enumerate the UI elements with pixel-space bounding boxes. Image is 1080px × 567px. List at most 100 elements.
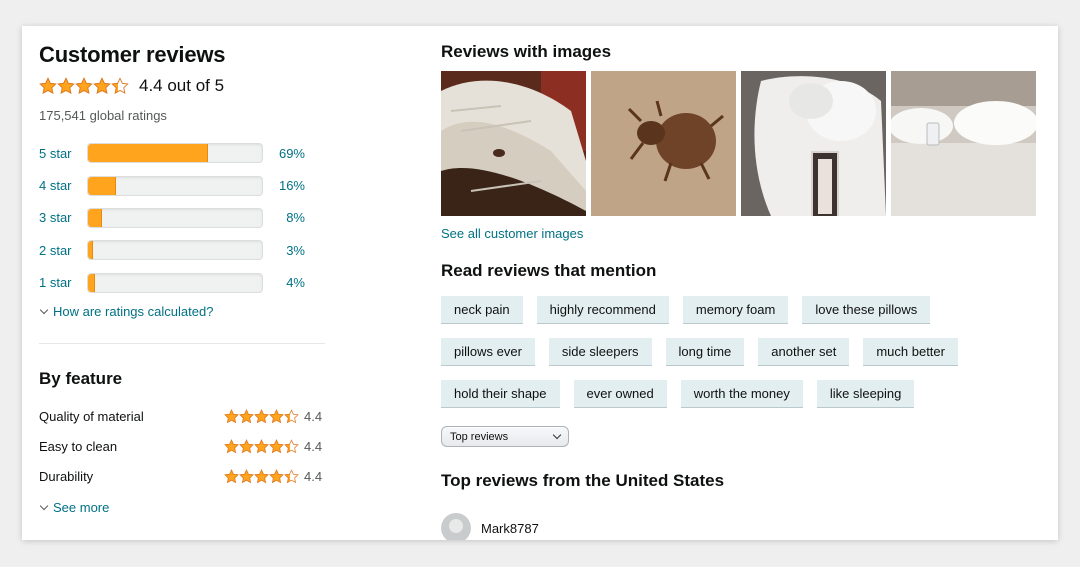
histogram-bar[interactable] xyxy=(87,272,263,293)
histogram-star-label[interactable]: 2 star xyxy=(39,243,87,258)
reviews-card: Customer reviews 4.4 out of 5 175,541 gl… xyxy=(22,26,1058,540)
average-stars-icon xyxy=(39,77,129,95)
mention-chip[interactable]: pillows ever xyxy=(441,338,535,366)
read-reviews-mention-heading: Read reviews that mention xyxy=(441,261,657,280)
sort-reviews-select[interactable]: Top reviews xyxy=(441,426,569,447)
star-icon xyxy=(57,77,75,95)
histogram-bar[interactable] xyxy=(87,240,263,261)
star-icon xyxy=(239,408,254,424)
histogram-bar-fill xyxy=(88,144,209,163)
by-feature-heading: By feature xyxy=(39,368,123,388)
global-ratings-count: 175,541 global ratings xyxy=(39,108,167,123)
star-icon xyxy=(111,77,129,95)
feature-rating-row: Quality of material 4.4 xyxy=(39,401,329,431)
rating-histogram: 5 star 69% 4 star 16% 3 star 8% 2 star 3% 1 star… xyxy=(39,137,329,299)
mention-chip[interactable]: highly recommend xyxy=(536,296,669,324)
histogram-row[interactable]: 4 star 16% xyxy=(39,169,329,201)
feature-name: Durability xyxy=(39,469,94,485)
top-reviews-heading: Top reviews from the United States xyxy=(441,471,725,490)
feature-rating-row: Easy to clean 4.4 xyxy=(39,431,329,461)
histogram-row[interactable]: 3 star 8% xyxy=(39,202,329,234)
feature-rating-value: 4.4 xyxy=(304,469,323,485)
star-icon xyxy=(269,439,284,454)
feature-name: Easy to clean xyxy=(39,439,118,455)
histogram-percent[interactable]: 16% xyxy=(263,178,305,193)
mention-chip-row: hold their shape ever owned worth the mone… xyxy=(441,380,1001,408)
chevron-down-icon xyxy=(39,305,49,315)
average-rating-row[interactable]: 4.4 out of 5 xyxy=(39,76,329,96)
star-icon xyxy=(239,469,254,484)
histogram-bar[interactable] xyxy=(87,207,263,228)
chevron-down-icon xyxy=(39,501,49,511)
mention-chip[interactable]: worth the money xyxy=(680,380,803,408)
review-image-2[interactable] xyxy=(591,71,736,216)
feature-rating-row: Durability 4.4 xyxy=(39,462,329,492)
star-icon xyxy=(254,439,269,454)
how-ratings-calculated-text[interactable]: How are ratings calculated? xyxy=(53,304,213,319)
avatar[interactable] xyxy=(441,513,471,540)
histogram-percent[interactable]: 3% xyxy=(263,243,305,258)
histogram-star-label[interactable]: 4 star xyxy=(39,178,87,193)
feature-stars-icon xyxy=(224,469,299,484)
mention-chip[interactable]: long time xyxy=(665,338,745,366)
ratings-summary: Customer reviews 4.4 out of 5 175,541 gl… xyxy=(39,42,329,515)
average-rating-text[interactable]: 4.4 out of 5 xyxy=(139,76,224,96)
mention-chip[interactable]: hold their shape xyxy=(441,380,560,408)
chevron-down-icon xyxy=(552,430,562,439)
review-image-3[interactable] xyxy=(741,71,886,216)
see-more-text[interactable]: See more xyxy=(53,500,109,515)
star-icon xyxy=(269,408,284,424)
histogram-star-label[interactable]: 3 star xyxy=(39,210,87,225)
histogram-star-label[interactable]: 5 star xyxy=(39,146,87,161)
star-icon xyxy=(269,469,284,484)
histogram-bar[interactable] xyxy=(87,143,263,164)
histogram-percent[interactable]: 8% xyxy=(263,210,305,225)
mention-chip[interactable]: memory foam xyxy=(682,296,789,324)
histogram-bar-fill xyxy=(88,208,102,227)
mention-chip[interactable]: like sleeping xyxy=(816,380,915,408)
star-icon xyxy=(254,469,269,484)
star-icon xyxy=(224,469,239,484)
histogram-percent[interactable]: 4% xyxy=(263,275,305,290)
review-image-strip xyxy=(441,71,1041,216)
reviews-with-images-heading: Reviews with images xyxy=(441,42,612,61)
mention-chip-row: pillows ever side sleepers long time anothe… xyxy=(441,338,1001,366)
section-divider xyxy=(39,342,325,344)
histogram-bar-fill xyxy=(88,241,94,260)
mention-chip[interactable]: much better xyxy=(863,338,958,366)
reviewer-name[interactable]: Mark8787 xyxy=(481,521,539,536)
mention-chip[interactable]: ever owned xyxy=(573,380,667,408)
mention-chip[interactable]: another set xyxy=(758,338,850,366)
star-icon xyxy=(39,77,57,95)
see-all-images-link[interactable]: See all customer images xyxy=(441,226,1041,241)
star-icon xyxy=(284,469,299,484)
how-ratings-calculated-link[interactable]: How are ratings calculated? xyxy=(39,304,329,319)
histogram-row[interactable]: 1 star 4% xyxy=(39,267,329,299)
mention-chip[interactable]: side sleepers xyxy=(548,338,652,366)
histogram-percent[interactable]: 69% xyxy=(263,146,305,161)
histogram-bar-fill xyxy=(88,176,116,195)
star-icon xyxy=(224,408,239,424)
star-icon xyxy=(284,439,299,454)
feature-rating-value: 4.4 xyxy=(304,439,323,455)
histogram-row[interactable]: 5 star 69% xyxy=(39,137,329,169)
sort-selected-value: Top reviews xyxy=(450,430,509,443)
mention-chip[interactable]: neck pain xyxy=(441,296,523,324)
star-icon xyxy=(254,408,269,424)
reviewer-row: Mark8787 xyxy=(441,513,1041,540)
feature-rating-value: 4.4 xyxy=(304,408,323,424)
star-icon xyxy=(93,77,111,95)
mention-chip-row: neck pain highly recommend memory foam love… xyxy=(441,296,1001,324)
histogram-star-label[interactable]: 1 star xyxy=(39,275,87,290)
histogram-bar[interactable] xyxy=(87,175,263,196)
customer-reviews-heading: Customer reviews xyxy=(39,42,226,67)
see-more-link[interactable]: See more xyxy=(39,500,329,515)
feature-name: Quality of material xyxy=(39,408,144,424)
feature-stars-icon xyxy=(224,439,299,454)
histogram-row[interactable]: 2 star 3% xyxy=(39,234,329,266)
review-image-4[interactable] xyxy=(891,71,1036,216)
star-icon xyxy=(284,408,299,424)
review-image-1[interactable] xyxy=(441,71,586,216)
mention-chip[interactable]: love these pillows xyxy=(802,296,931,324)
histogram-bar-fill xyxy=(88,273,95,292)
